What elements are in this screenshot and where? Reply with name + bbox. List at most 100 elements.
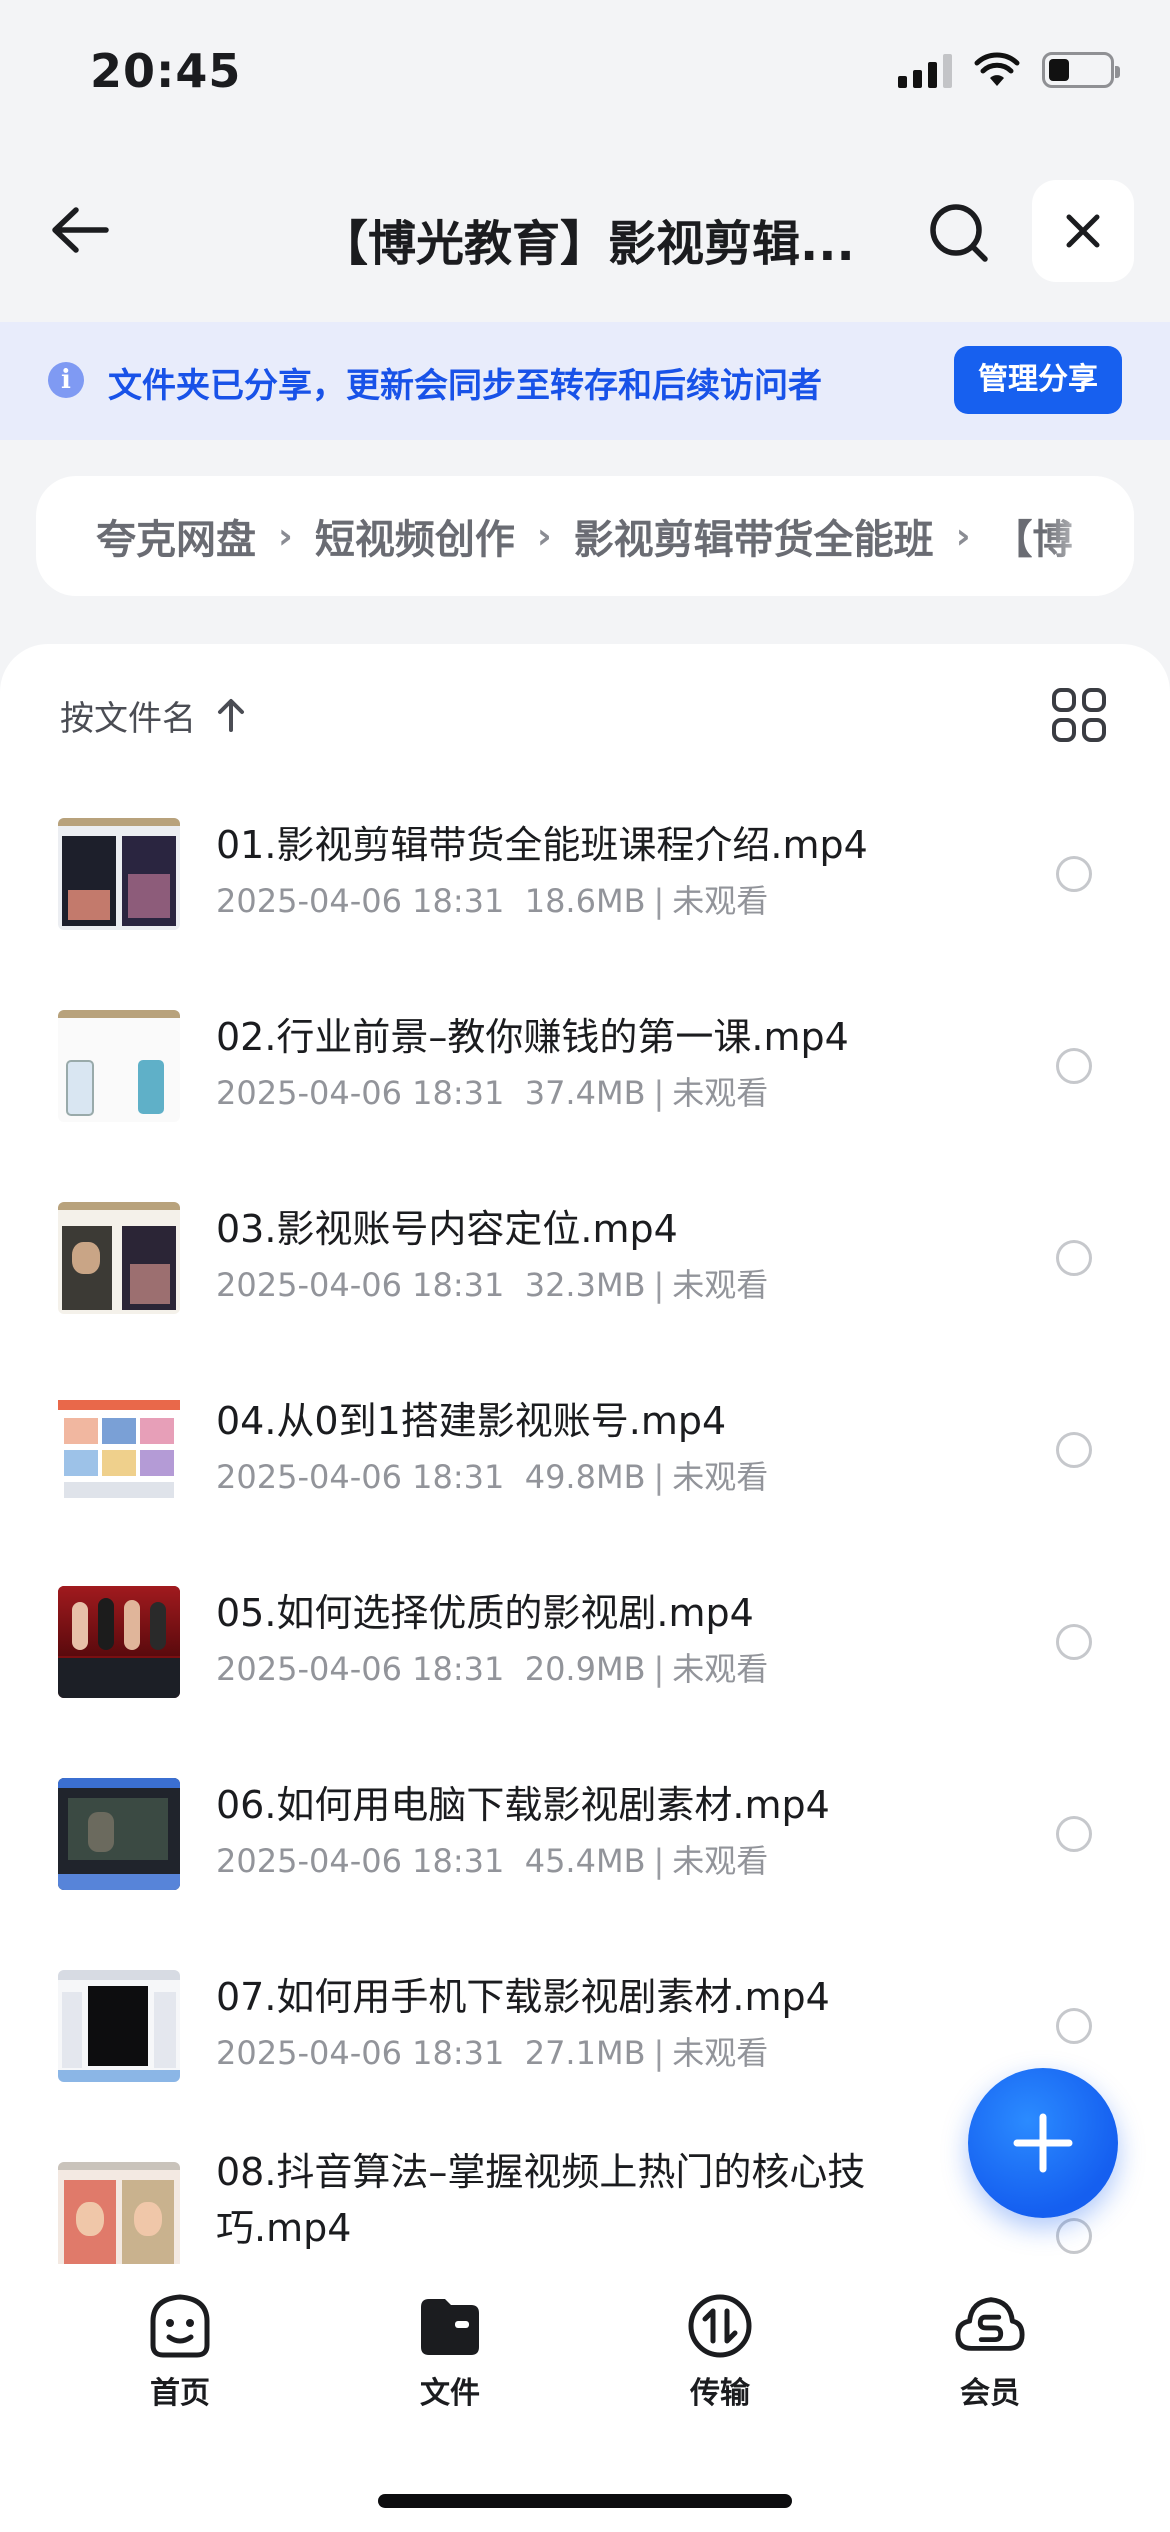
file-row[interactable]: 06.如何用电脑下载影视剧素材.mp4 2025-04-06 18:31 45.… [0,1738,1170,1930]
wifi-icon [974,52,1020,86]
file-meta: 2025-04-06 18:31 20.9MB | 未观看 [216,1650,769,1688]
breadcrumb-item[interactable]: 夸克网盘 [96,507,256,565]
file-name: 01.影视剪辑带货全能班课程介绍.mp4 [216,823,868,867]
file-row[interactable]: 01.影视剪辑带货全能班课程介绍.mp4 2025-04-06 18:31 18… [0,778,1170,970]
status-time: 20:45 [90,44,242,98]
back-button[interactable] [44,198,116,262]
plus-icon [1013,2113,1073,2173]
file-size: 32.3MB [524,1266,646,1304]
file-name: 08.抖音算法–掌握视频上热门的核心技巧.mp4 [216,2150,866,2250]
status-icons [898,52,1120,88]
select-checkbox[interactable] [1056,2008,1092,2044]
search-icon [930,204,988,262]
file-meta: 2025-04-06 18:31 45.4MB | 未观看 [216,1842,769,1880]
select-checkbox[interactable] [1056,2218,1092,2254]
file-date: 2025-04-06 18:31 [216,1842,505,1880]
battery-icon [1042,52,1120,88]
tab-label: 首页 [150,2376,210,2411]
nav-bar: 【博光教育】影视剪辑... [0,170,1170,290]
video-thumbnail [58,1202,180,1314]
file-meta: 2025-04-06 18:31 49.8MB | 未观看 [216,1458,769,1496]
cellular-signal-icon [898,52,952,88]
video-thumbnail [58,1586,180,1698]
file-row[interactable]: 02.行业前景–教你赚钱的第一课.mp4 2025-04-06 18:31 37… [0,970,1170,1162]
select-checkbox[interactable] [1056,1240,1092,1276]
file-name: 07.如何用手机下载影视剧素材.mp4 [216,1975,830,2019]
manage-share-button[interactable]: 管理分享 [954,346,1122,414]
close-icon [1066,214,1100,248]
watch-status: 未观看 [672,1074,769,1112]
select-checkbox[interactable] [1056,856,1092,892]
tab-member[interactable]: 会员 [910,2290,1070,2420]
chevron-right-icon: › [278,515,293,557]
file-meta: 2025-04-06 18:31 27.1MB | 未观看 [216,2034,769,2072]
file-date: 2025-04-06 18:31 [216,1266,505,1304]
watch-status: 未观看 [672,1458,769,1496]
tab-label: 传输 [690,2376,750,2411]
file-size: 49.8MB [524,1458,646,1496]
file-name: 03.影视账号内容定位.mp4 [216,1207,678,1251]
grid-view-icon[interactable] [1052,688,1106,742]
file-row[interactable]: 04.从0到1搭建影视账号.mp4 2025-04-06 18:31 49.8M… [0,1354,1170,1546]
file-meta: 2025-04-06 18:31 18.6MB | 未观看 [216,882,769,920]
file-size: 37.4MB [524,1074,646,1112]
file-row[interactable]: 03.影视账号内容定位.mp4 2025-04-06 18:31 32.3MB |… [0,1162,1170,1354]
add-button[interactable] [968,2068,1118,2218]
video-thumbnail [58,1778,180,1890]
select-checkbox[interactable] [1056,1432,1092,1468]
chevron-right-icon: › [955,515,971,557]
breadcrumb-fade [1044,476,1134,596]
tab-transfer[interactable]: 传输 [640,2290,800,2420]
file-date: 2025-04-06 18:31 [216,1650,505,1688]
file-size: 20.9MB [524,1650,646,1688]
back-arrow-icon [52,207,109,253]
file-date: 2025-04-06 18:31 [216,882,505,920]
transfer-icon [684,2290,756,2362]
video-thumbnail [58,2162,180,2264]
file-name: 05.如何选择优质的影视剧.mp4 [216,1591,754,1635]
home-indicator [378,2494,792,2508]
tab-files[interactable]: 文件 [370,2290,530,2420]
member-cloud-icon [954,2290,1026,2362]
info-icon: i [48,362,84,398]
breadcrumb-item[interactable]: 影视剪辑带货全能班 [574,507,934,565]
file-name: 06.如何用电脑下载影视剧素材.mp4 [216,1783,830,1827]
folder-icon [414,2290,486,2362]
file-size: 27.1MB [524,2034,646,2072]
share-banner: i 文件夹已分享，更新会同步至转存和后续访问者 管理分享 [0,322,1170,440]
page-title: 【博光教育】影视剪辑... [320,216,855,272]
file-list-panel: 按文件名 01.影视剪辑带货全能班课程介绍.mp4 2025-04-06 18:… [0,644,1170,2264]
breadcrumb-item[interactable]: 短视频创作 [315,507,515,565]
close-button[interactable] [1032,180,1134,282]
file-date: 2025-04-06 18:31 [216,2034,505,2072]
select-checkbox[interactable] [1056,1624,1092,1660]
chevron-right-icon: › [536,515,552,557]
breadcrumb: 夸克网盘 › 短视频创作 › 影视剪辑带货全能班 › 【博 [36,476,1134,596]
file-row[interactable]: 05.如何选择优质的影视剧.mp4 2025-04-06 18:31 20.9M… [0,1546,1170,1738]
video-thumbnail [58,818,180,930]
file-date: 2025-04-06 18:31 [216,1458,505,1496]
search-button[interactable] [924,198,994,268]
bottom-tab-bar: 首页 文件 传输 会员 [0,2264,1170,2532]
file-name: 02.行业前景–教你赚钱的第一课.mp4 [216,1015,849,1059]
select-checkbox[interactable] [1056,1816,1092,1852]
watch-status: 未观看 [672,2034,769,2072]
watch-status: 未观看 [672,1842,769,1880]
watch-status: 未观看 [672,1266,769,1304]
video-thumbnail [58,1394,180,1506]
video-thumbnail [58,1970,180,2082]
arrow-up-icon [218,699,244,732]
status-bar: 20:45 [0,0,1170,150]
watch-status: 未观看 [672,882,769,920]
sort-control[interactable]: 按文件名 [60,690,246,740]
watch-status: 未观看 [672,1650,769,1688]
file-name: 04.从0到1搭建影视账号.mp4 [216,1399,727,1443]
tab-home[interactable]: 首页 [100,2290,260,2420]
home-face-icon [144,2290,216,2362]
file-meta: 2025-04-06 18:31 32.3MB | 未观看 [216,1266,769,1304]
sort-label: 按文件名 [60,698,196,739]
share-banner-text: 文件夹已分享，更新会同步至转存和后续访问者 [108,366,822,406]
tab-label: 文件 [420,2376,480,2411]
select-checkbox[interactable] [1056,1048,1092,1084]
file-date: 2025-04-06 18:31 [216,1074,505,1112]
